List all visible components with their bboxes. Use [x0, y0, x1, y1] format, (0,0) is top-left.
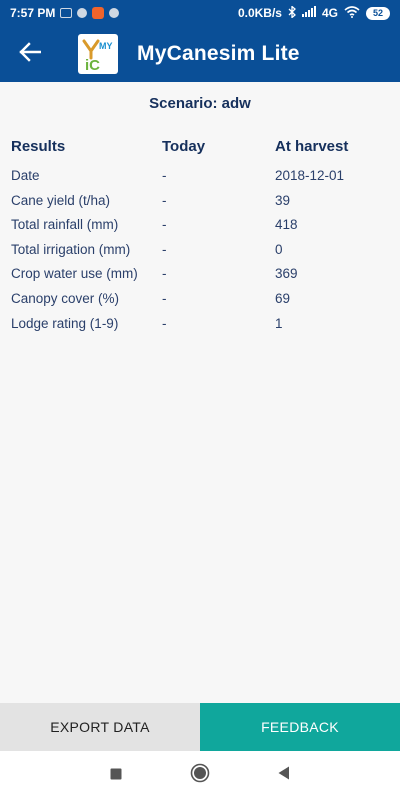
- triangle-back-icon: [278, 766, 290, 785]
- logo-text-ic: iC: [85, 57, 100, 72]
- row-today-value: -: [162, 290, 167, 306]
- square-icon: [110, 767, 122, 785]
- table-row: Total rainfall (mm) - 418: [0, 217, 400, 242]
- export-data-button[interactable]: EXPORT DATA: [0, 703, 200, 751]
- feedback-button[interactable]: FEEDBACK: [200, 703, 400, 751]
- column-header-at-harvest: At harvest: [275, 138, 349, 155]
- nav-back-button[interactable]: [242, 766, 326, 785]
- bluetooth-icon: [288, 4, 296, 21]
- recents-button[interactable]: [74, 767, 158, 785]
- row-label: Cane yield (t/ha): [11, 192, 111, 208]
- results-table: Results Today At harvest Date - 2018-12-…: [0, 138, 400, 340]
- row-label: Lodge rating (1-9): [11, 315, 119, 331]
- wifi-icon: [344, 5, 360, 21]
- row-harvest-value: 69: [275, 290, 291, 306]
- screen-icon: [60, 8, 73, 18]
- app-screen: 7:57 PM 0.0KB/s 4G 52 MY iC MyCanesim Li…: [0, 0, 400, 800]
- results-panel: Scenario: adw Results Today At harvest D…: [0, 82, 400, 702]
- battery-icon: 52: [366, 6, 390, 20]
- network-type: 4G: [321, 6, 338, 20]
- row-harvest-value: 39: [275, 192, 291, 208]
- app-logo: MY iC: [78, 34, 118, 74]
- row-today-value: -: [162, 266, 167, 282]
- row-harvest-value: 369: [275, 266, 298, 282]
- status-time: 7:57 PM: [10, 6, 56, 20]
- back-button[interactable]: [0, 26, 60, 82]
- row-today-value: -: [162, 315, 167, 331]
- notification-dot-icon: [109, 8, 120, 18]
- action-bar: EXPORT DATA FEEDBACK: [0, 703, 400, 751]
- row-label: Canopy cover (%): [11, 290, 120, 306]
- column-header-results: Results: [11, 138, 66, 155]
- app-notification-icon: [92, 7, 105, 19]
- app-title: MyCanesim Lite: [137, 42, 300, 65]
- logo-text-my: MY: [99, 41, 113, 51]
- table-row: Canopy cover (%) - 69: [0, 291, 400, 316]
- row-harvest-value: 0: [275, 241, 283, 257]
- status-bar: 7:57 PM 0.0KB/s 4G 52: [0, 0, 400, 26]
- signal-icon: [301, 6, 316, 20]
- circle-icon: [190, 763, 210, 788]
- notification-dot-icon: [77, 8, 88, 18]
- row-today-value: -: [162, 168, 167, 183]
- system-nav-bar: [0, 751, 400, 800]
- table-row: Crop water use (mm) - 369: [0, 266, 400, 291]
- row-label: Crop water use (mm): [11, 266, 138, 282]
- table-row: Date - 2018-12-01: [0, 168, 400, 193]
- table-row: Total irrigation (mm) - 0: [0, 242, 400, 267]
- row-today-value: -: [162, 192, 167, 208]
- app-bar: MY iC MyCanesim Lite: [0, 26, 400, 82]
- table-header: Results Today At harvest: [0, 138, 400, 168]
- scenario-label: Scenario: adw: [149, 95, 251, 112]
- table-row: Lodge rating (1-9) - 1: [0, 316, 400, 341]
- row-label: Date: [11, 168, 40, 183]
- row-harvest-value: 418: [275, 217, 298, 233]
- row-harvest-value: 2018-12-01: [275, 168, 345, 183]
- network-speed: 0.0KB/s: [237, 6, 282, 20]
- column-header-today: Today: [162, 138, 206, 155]
- row-harvest-value: 1: [275, 315, 283, 331]
- row-label: Total rainfall (mm): [11, 217, 119, 233]
- row-today-value: -: [162, 241, 167, 257]
- row-label: Total irrigation (mm): [11, 241, 131, 257]
- table-row: Cane yield (t/ha) - 39: [0, 193, 400, 218]
- row-today-value: -: [162, 217, 167, 233]
- home-button[interactable]: [158, 763, 242, 788]
- arrow-left-icon: [19, 41, 42, 67]
